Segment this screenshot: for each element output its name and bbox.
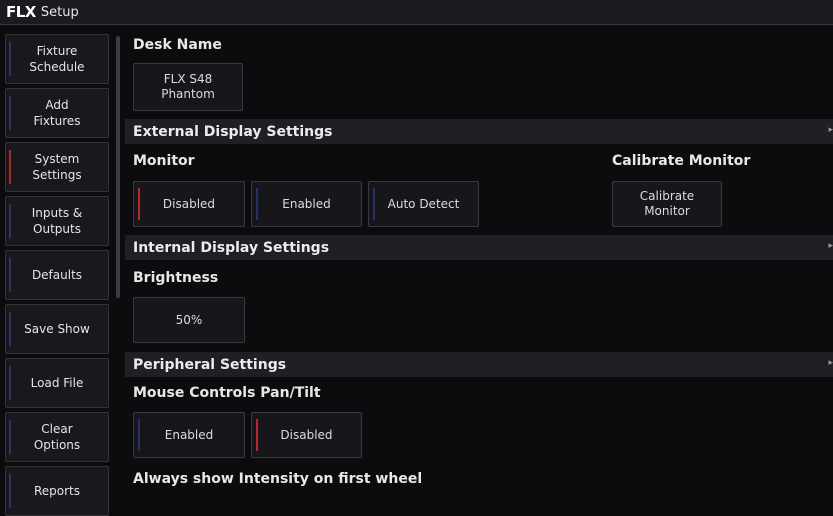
sidebar-item-load-file[interactable]: Load File [5, 358, 109, 408]
monitor-enabled-button[interactable]: Enabled [251, 181, 362, 227]
option-label: Disabled [162, 196, 216, 211]
sidebar-item-label: Reports [33, 484, 81, 498]
desk-name-field[interactable]: FLX S48 Phantom [133, 63, 243, 111]
sidebar-item-reports[interactable]: Reports [5, 466, 109, 516]
sidebar-item-label: Defaults [31, 268, 83, 282]
mouse-controls-heading: Mouse Controls Pan/Tilt [133, 385, 321, 401]
sidebar-item-label: Inputs & Outputs [31, 206, 83, 236]
brightness-heading: Brightness [133, 270, 219, 286]
section-peripheral[interactable]: Peripheral Settings ▸ [125, 352, 833, 377]
option-label: Enabled [282, 196, 331, 211]
sidebar-item-label: Fixture Schedule [29, 44, 85, 74]
brightness-value-button[interactable]: 50% [133, 297, 245, 343]
mouse-disabled-button[interactable]: Disabled [251, 412, 362, 458]
monitor-disabled-button[interactable]: Disabled [133, 181, 245, 227]
section-label: Peripheral Settings [133, 356, 287, 373]
section-internal-display[interactable]: Internal Display Settings ▸ [125, 235, 833, 260]
sidebar-item-system-settings[interactable]: System Settings [5, 142, 109, 192]
selection-marker [9, 312, 11, 346]
option-label: Disabled [280, 427, 333, 442]
section-label: External Display Settings [133, 123, 333, 140]
calibrate-monitor-heading: Calibrate Monitor [612, 153, 751, 169]
expand-arrow-icon: ▸ [828, 241, 833, 251]
sidebar-item-label: Save Show [24, 322, 90, 336]
option-label: Enabled [164, 427, 214, 442]
sidebar-item-save-show[interactable]: Save Show [5, 304, 109, 354]
sidebar-item-label: System Settings [32, 152, 82, 182]
sidebar: Fixture Schedule Add Fixtures System Set… [0, 28, 116, 516]
settings-panel: Desk Name FLX S48 Phantom External Displ… [120, 28, 833, 487]
selection-marker [9, 96, 11, 130]
option-label: Auto Detect [387, 196, 460, 211]
sidebar-item-inputs-outputs[interactable]: Inputs & Outputs [5, 196, 109, 246]
window-title: Setup [40, 4, 79, 20]
selection-marker [256, 419, 258, 451]
option-label: Calibrate Monitor [639, 189, 695, 218]
desk-name-heading: Desk Name [133, 37, 222, 53]
sidebar-item-add-fixtures[interactable]: Add Fixtures [5, 88, 109, 138]
calibrate-monitor-button[interactable]: Calibrate Monitor [612, 181, 722, 227]
expand-arrow-icon: ▸ [828, 125, 833, 135]
mouse-enabled-button[interactable]: Enabled [133, 412, 245, 458]
sidebar-item-label: Add Fixtures [33, 98, 81, 128]
app-brand: FLX [6, 3, 36, 21]
expand-arrow-icon: ▸ [828, 358, 833, 368]
monitor-heading: Monitor [133, 153, 195, 169]
brightness-value: 50% [175, 312, 203, 327]
sidebar-item-defaults[interactable]: Defaults [5, 250, 109, 300]
sidebar-item-label: Load File [30, 376, 84, 390]
selection-marker [9, 204, 11, 238]
selection-marker [373, 188, 375, 220]
selection-marker [138, 188, 140, 220]
selection-marker [9, 150, 11, 184]
section-external-display[interactable]: External Display Settings ▸ [125, 119, 833, 144]
sidebar-item-fixture-schedule[interactable]: Fixture Schedule [5, 34, 109, 84]
selection-marker [138, 419, 140, 451]
sidebar-item-label: Clear Options [33, 422, 81, 452]
selection-marker [9, 258, 11, 292]
selection-marker [9, 366, 11, 400]
selection-marker [256, 188, 258, 220]
title-bar: FLX Setup [0, 0, 833, 25]
selection-marker [9, 42, 11, 76]
desk-name-value: FLX S48 Phantom [161, 72, 215, 101]
intensity-heading: Always show Intensity on first wheel [133, 471, 423, 487]
selection-marker [9, 420, 11, 454]
monitor-auto-detect-button[interactable]: Auto Detect [368, 181, 479, 227]
selection-marker [9, 474, 11, 508]
section-label: Internal Display Settings [133, 239, 330, 256]
sidebar-item-clear-options[interactable]: Clear Options [5, 412, 109, 462]
